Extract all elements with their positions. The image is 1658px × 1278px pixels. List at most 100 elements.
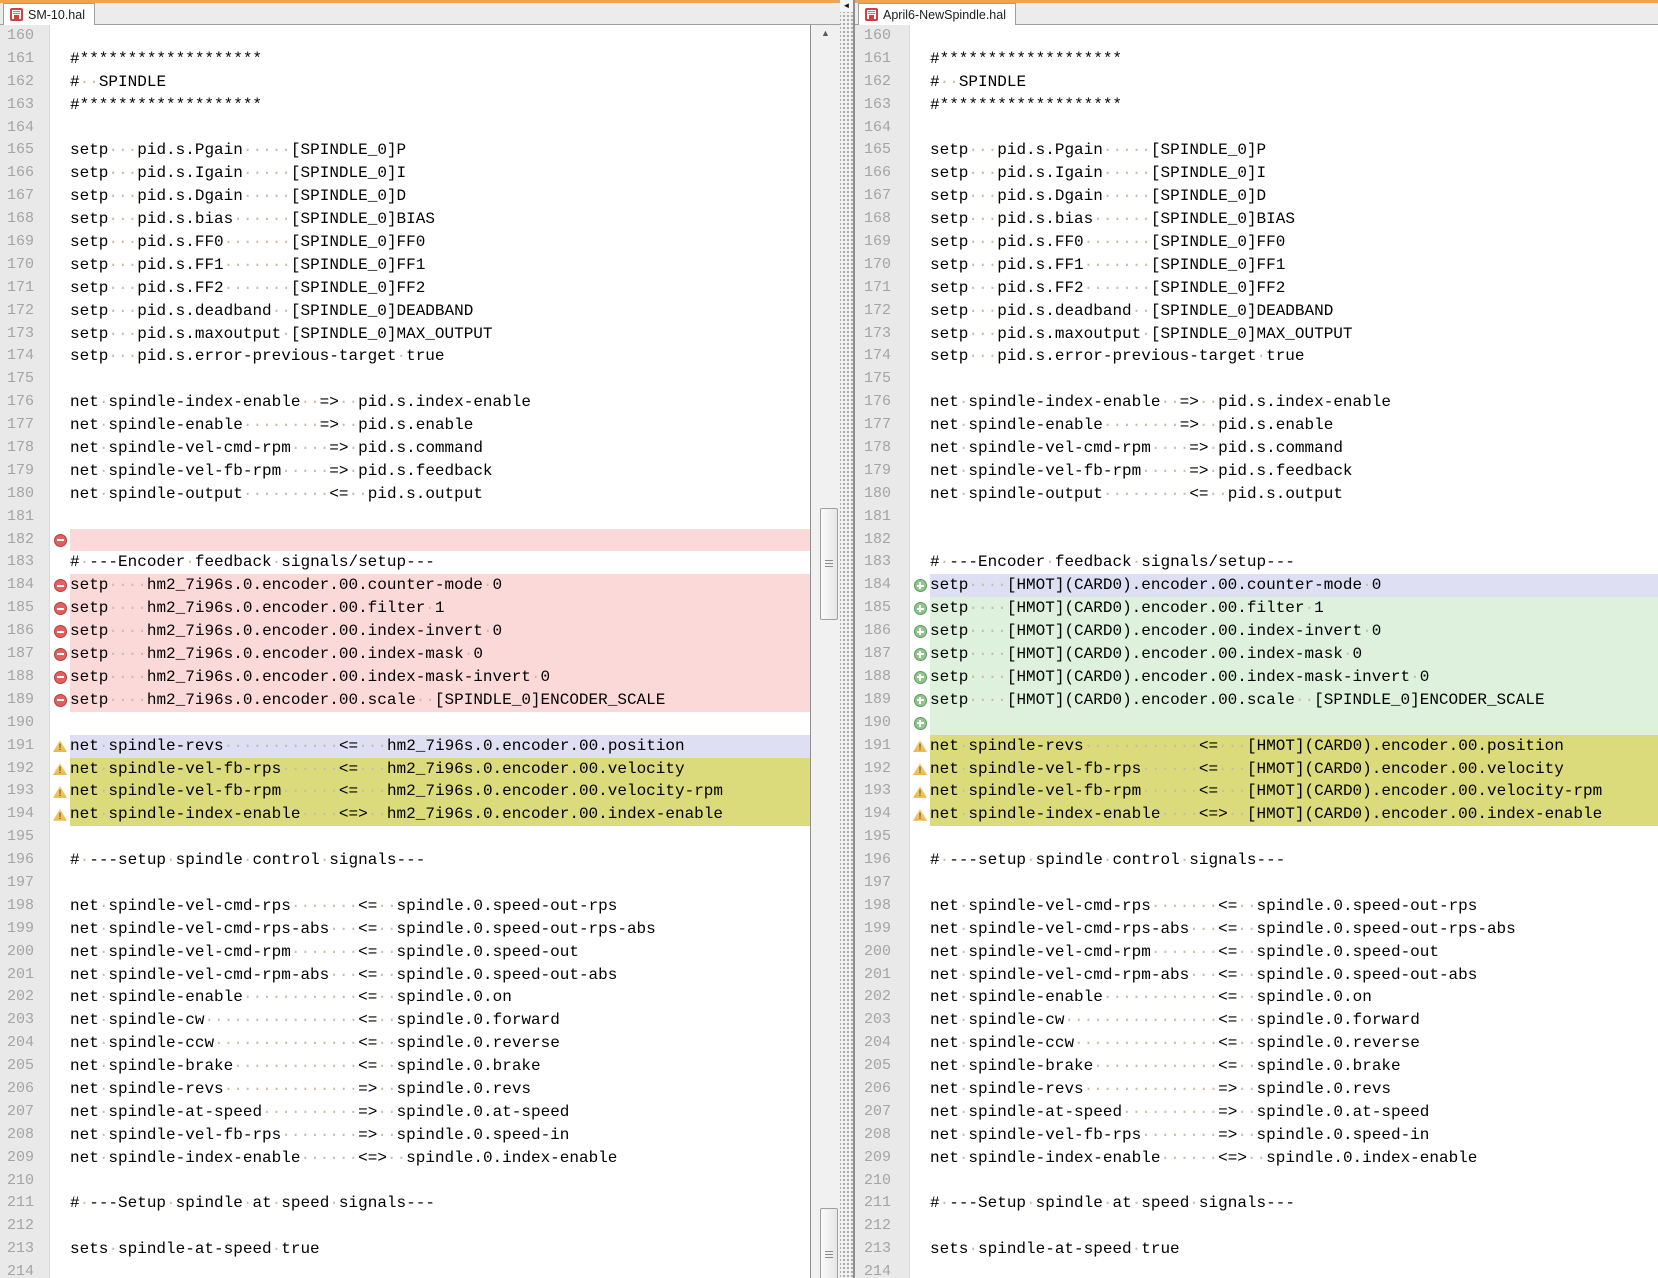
code-line[interactable]: 182 — [855, 529, 1658, 552]
code-text[interactable]: net·spindle-ccw···············<=··spindl… — [70, 1032, 810, 1055]
code-line[interactable]: 213sets·spindle-at-speed·true — [0, 1238, 810, 1261]
code-line[interactable]: 212 — [855, 1215, 1658, 1238]
code-line[interactable]: 193net·spindle-vel-fb-rpm······<=···hm2_… — [0, 780, 810, 803]
code-line[interactable]: 168setp···pid.s.bias······[SPINDLE_0]BIA… — [0, 208, 810, 231]
code-line[interactable]: 194net·spindle-index-enable····<=>··hm2_… — [0, 803, 810, 826]
code-text[interactable]: net·spindle-vel-cmd-rpm-abs···<=··spindl… — [70, 964, 810, 987]
code-line[interactable]: 166setp···pid.s.Igain·····[SPINDLE_0]I — [855, 162, 1658, 185]
code-text[interactable] — [70, 712, 810, 735]
code-line[interactable]: 187setp····hm2_7i96s.0.encoder.00.index-… — [0, 643, 810, 666]
code-line[interactable]: 188setp····hm2_7i96s.0.encoder.00.index-… — [0, 666, 810, 689]
code-text[interactable]: net·spindle-vel-fb-rps······<=···[HMOT](… — [930, 758, 1658, 781]
code-line[interactable]: 211#·---Setup·spindle·at·speed·signals--… — [0, 1192, 810, 1215]
code-text[interactable]: #******************* — [70, 48, 810, 71]
code-text[interactable]: setp···pid.s.bias······[SPINDLE_0]BIAS — [70, 208, 810, 231]
code-text[interactable]: net·spindle-vel-fb-rpm·····=>·pid.s.feed… — [930, 460, 1658, 483]
code-text[interactable]: net·spindle-at-speed··········=>··spindl… — [930, 1101, 1658, 1124]
code-line[interactable]: 197 — [0, 872, 810, 895]
code-line[interactable]: 171setp···pid.s.FF2·······[SPINDLE_0]FF2 — [855, 277, 1658, 300]
code-text[interactable]: setp···pid.s.Igain·····[SPINDLE_0]I — [930, 162, 1658, 185]
code-text[interactable] — [930, 712, 1658, 735]
code-text[interactable]: net·spindle-vel-cmd-rps-abs···<=··spindl… — [930, 918, 1658, 941]
code-text[interactable]: net·spindle-vel-cmd-rpm····=>·pid.s.comm… — [930, 437, 1658, 460]
code-line[interactable]: 195 — [0, 826, 810, 849]
code-line[interactable]: 170setp···pid.s.FF1·······[SPINDLE_0]FF1 — [855, 254, 1658, 277]
code-line[interactable]: 210 — [855, 1170, 1658, 1193]
code-text[interactable]: setp····[HMOT](CARD0).encoder.00.index-m… — [930, 666, 1658, 689]
code-text[interactable]: setp····hm2_7i96s.0.encoder.00.scale··[S… — [70, 689, 810, 712]
code-line[interactable]: 174setp···pid.s.error-previous-target·tr… — [855, 345, 1658, 368]
code-text[interactable]: setp···pid.s.FF1·······[SPINDLE_0]FF1 — [930, 254, 1658, 277]
code-text[interactable] — [930, 368, 1658, 391]
code-line[interactable]: 208net·spindle-vel-fb-rps········=>··spi… — [0, 1124, 810, 1147]
code-line[interactable]: 166setp···pid.s.Igain·····[SPINDLE_0]I — [0, 162, 810, 185]
code-line[interactable]: 202net·spindle-enable············<=··spi… — [855, 986, 1658, 1009]
code-text[interactable]: setp····[HMOT](CARD0).encoder.00.filter·… — [930, 597, 1658, 620]
left-code-editor[interactable]: 160161#*******************162#··SPINDLE1… — [0, 25, 811, 1278]
scrollbar-thumb[interactable] — [820, 508, 838, 620]
code-text[interactable]: net·spindle-index-enable··=>··pid.s.inde… — [930, 391, 1658, 414]
code-text[interactable]: #··SPINDLE — [930, 71, 1658, 94]
code-line[interactable]: 186setp····hm2_7i96s.0.encoder.00.index-… — [0, 620, 810, 643]
code-text[interactable]: net·spindle-brake·············<=··spindl… — [70, 1055, 810, 1078]
code-line[interactable]: 207net·spindle-at-speed··········=>··spi… — [855, 1101, 1658, 1124]
left-vertical-scrollbar[interactable]: ▲ — [811, 25, 840, 1278]
code-line[interactable]: 199net·spindle-vel-cmd-rps-abs···<=··spi… — [855, 918, 1658, 941]
code-line[interactable]: 192net·spindle-vel-fb-rps······<=···[HMO… — [855, 758, 1658, 781]
code-line[interactable]: 167setp···pid.s.Dgain·····[SPINDLE_0]D — [0, 185, 810, 208]
code-line[interactable]: 160 — [855, 25, 1658, 48]
code-line[interactable]: 163#******************* — [0, 94, 810, 117]
code-line[interactable]: 191net·spindle-revs············<=···hm2_… — [0, 735, 810, 758]
code-text[interactable]: #·---setup·spindle·control·signals--- — [930, 849, 1658, 872]
code-text[interactable]: setp···pid.s.FF2·······[SPINDLE_0]FF2 — [930, 277, 1658, 300]
code-text[interactable]: net·spindle-at-speed··········=>··spindl… — [70, 1101, 810, 1124]
code-text[interactable]: net·spindle-vel-fb-rpm······<=···hm2_7i9… — [70, 780, 810, 803]
code-line[interactable]: 165setp···pid.s.Pgain·····[SPINDLE_0]P — [855, 139, 1658, 162]
code-text[interactable]: setp···pid.s.deadband··[SPINDLE_0]DEADBA… — [70, 300, 810, 323]
code-line[interactable]: 198net·spindle-vel-cmd-rps·······<=··spi… — [0, 895, 810, 918]
code-line[interactable]: 181 — [0, 506, 810, 529]
code-text[interactable]: net·spindle-cw················<=··spindl… — [70, 1009, 810, 1032]
code-text[interactable]: setp···pid.s.Dgain·····[SPINDLE_0]D — [930, 185, 1658, 208]
code-text[interactable]: net·spindle-vel-fb-rpm······<=···[HMOT](… — [930, 780, 1658, 803]
code-line[interactable]: 198net·spindle-vel-cmd-rps·······<=··spi… — [855, 895, 1658, 918]
code-line[interactable]: 201net·spindle-vel-cmd-rpm-abs···<=··spi… — [0, 964, 810, 987]
code-text[interactable]: setp····hm2_7i96s.0.encoder.00.counter-m… — [70, 574, 810, 597]
code-line[interactable]: 210 — [0, 1170, 810, 1193]
code-line[interactable]: 193net·spindle-vel-fb-rpm······<=···[HMO… — [855, 780, 1658, 803]
code-text[interactable]: net·spindle-vel-cmd-rps-abs···<=··spindl… — [70, 918, 810, 941]
code-text[interactable]: setp····hm2_7i96s.0.encoder.00.index-mas… — [70, 643, 810, 666]
code-text[interactable] — [930, 872, 1658, 895]
code-text[interactable]: setp···pid.s.Pgain·····[SPINDLE_0]P — [70, 139, 810, 162]
code-line[interactable]: 178net·spindle-vel-cmd-rpm····=>·pid.s.c… — [855, 437, 1658, 460]
code-text[interactable]: net·spindle-output·········<=··pid.s.out… — [930, 483, 1658, 506]
code-text[interactable] — [70, 368, 810, 391]
code-text[interactable]: setp···pid.s.Dgain·····[SPINDLE_0]D — [70, 185, 810, 208]
code-line[interactable]: 204net·spindle-ccw···············<=··spi… — [0, 1032, 810, 1055]
code-text[interactable] — [930, 506, 1658, 529]
code-line[interactable]: 189setp····[HMOT](CARD0).encoder.00.scal… — [855, 689, 1658, 712]
code-line[interactable]: 172setp···pid.s.deadband··[SPINDLE_0]DEA… — [0, 300, 810, 323]
code-line[interactable]: 176net·spindle-index-enable··=>··pid.s.i… — [855, 391, 1658, 414]
code-line[interactable]: 185setp····hm2_7i96s.0.encoder.00.filter… — [0, 597, 810, 620]
splitter-collapse-icon[interactable]: ◄ — [840, 0, 853, 12]
code-line[interactable]: 197 — [855, 872, 1658, 895]
code-text[interactable]: net·spindle-enable············<=··spindl… — [70, 986, 810, 1009]
code-text[interactable]: #·---setup·spindle·control·signals--- — [70, 849, 810, 872]
code-line[interactable]: 204net·spindle-ccw···············<=··spi… — [855, 1032, 1658, 1055]
code-line[interactable]: 162#··SPINDLE — [855, 71, 1658, 94]
code-text[interactable]: #******************* — [930, 94, 1658, 117]
code-line[interactable]: 171setp···pid.s.FF2·······[SPINDLE_0]FF2 — [0, 277, 810, 300]
code-text[interactable]: setp···pid.s.bias······[SPINDLE_0]BIAS — [930, 208, 1658, 231]
code-text[interactable]: #·---Encoder·feedback·signals/setup--- — [70, 551, 810, 574]
code-text[interactable]: net·spindle-vel-cmd-rpm·······<=··spindl… — [930, 941, 1658, 964]
code-text[interactable]: net·spindle-revs············<=···hm2_7i9… — [70, 735, 810, 758]
pane-splitter[interactable]: ◄ — [840, 0, 853, 1278]
code-line[interactable]: 162#··SPINDLE — [0, 71, 810, 94]
code-text[interactable]: net·spindle-revs············<=···[HMOT](… — [930, 735, 1658, 758]
code-text[interactable]: setp···pid.s.FF0·······[SPINDLE_0]FF0 — [930, 231, 1658, 254]
code-text[interactable]: net·spindle-index-enable····<=>··hm2_7i9… — [70, 803, 810, 826]
code-text[interactable] — [70, 1170, 810, 1193]
code-text[interactable]: net·spindle-vel-fb-rps······<=···hm2_7i9… — [70, 758, 810, 781]
code-line[interactable]: 173setp···pid.s.maxoutput·[SPINDLE_0]MAX… — [0, 323, 810, 346]
